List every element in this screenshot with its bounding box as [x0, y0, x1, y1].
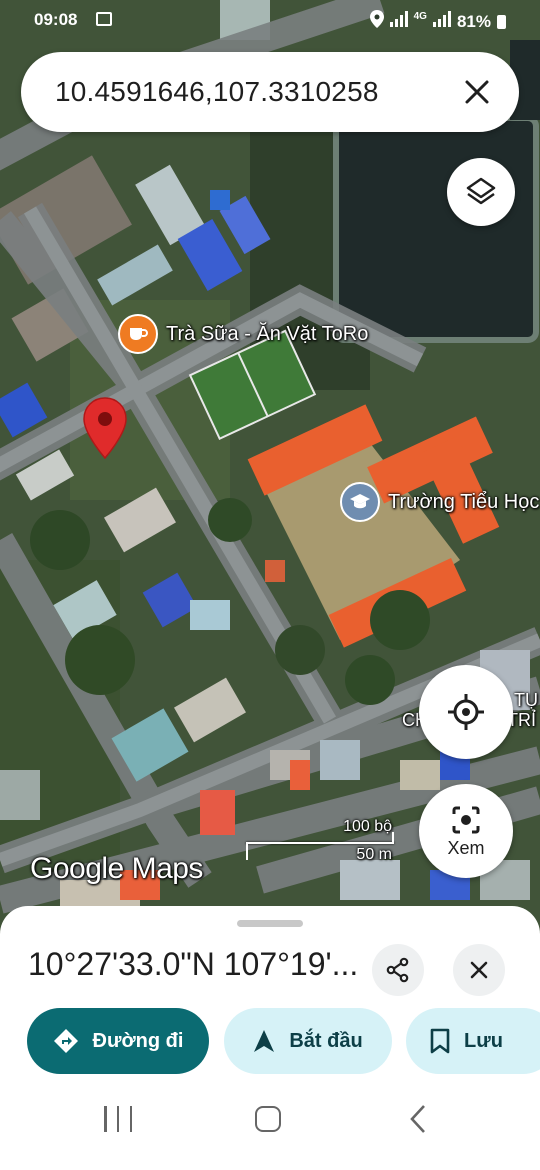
- image-icon: [96, 12, 112, 26]
- save-label: Lưu: [464, 1029, 503, 1052]
- layers-icon: [466, 177, 496, 205]
- close-sheet-button[interactable]: [453, 944, 505, 996]
- back-button[interactable]: [408, 1104, 428, 1139]
- share-icon: [386, 957, 409, 983]
- signal-icon-2: [432, 11, 451, 32]
- status-bar: 09:08 4G 81%: [0, 0, 540, 40]
- scale-metric: 50 m: [356, 846, 392, 863]
- map-scale: 100 bộ 50 m: [246, 818, 396, 866]
- graduation-cap-icon: [340, 482, 380, 522]
- battery-icon: [497, 14, 506, 29]
- location-pin-icon[interactable]: [82, 396, 128, 460]
- poi-cafe-label: Trà Sữa - Ăn Vặt ToRo: [166, 322, 369, 345]
- start-label: Bắt đầu: [289, 1029, 363, 1052]
- close-icon: [470, 961, 488, 979]
- network-type: 4G: [413, 11, 427, 22]
- back-arrow-icon: [410, 1105, 425, 1133]
- poi-school-label: Trường Tiểu Học: [388, 490, 540, 513]
- share-button[interactable]: [372, 944, 424, 996]
- close-icon: [465, 80, 489, 104]
- save-button[interactable]: Lưu: [406, 1008, 540, 1074]
- home-button[interactable]: [255, 1106, 281, 1132]
- poi-cafe[interactable]: Trà Sữa - Ăn Vặt ToRo: [118, 314, 368, 354]
- google-maps-watermark: Google Maps: [30, 852, 203, 885]
- poi-school[interactable]: Trường Tiểu Học: [340, 482, 539, 522]
- navigation-arrow-icon: [254, 1030, 275, 1052]
- lens-button[interactable]: Xem: [419, 784, 513, 878]
- layers-button[interactable]: [447, 158, 515, 226]
- camera-lens-icon: [452, 806, 480, 833]
- status-icons: 4G 81%: [369, 10, 506, 33]
- drag-handle[interactable]: [237, 920, 303, 927]
- start-button[interactable]: Bắt đầu: [224, 1008, 392, 1074]
- my-location-button[interactable]: [419, 665, 513, 759]
- recent-apps-button[interactable]: [104, 1106, 132, 1134]
- search-bar[interactable]: 10.4591646,107.3310258: [21, 52, 519, 132]
- bookmark-icon: [430, 1028, 450, 1054]
- signal-icon: [389, 11, 408, 32]
- clear-search-button[interactable]: [459, 74, 495, 110]
- scale-imperial: 100 bộ: [343, 818, 392, 835]
- directions-label: Đường đi: [92, 1029, 184, 1052]
- search-query[interactable]: 10.4591646,107.3310258: [55, 76, 379, 108]
- crosshair-icon: [448, 694, 484, 730]
- battery-level: 81%: [456, 11, 491, 31]
- lens-label: Xem: [447, 837, 485, 858]
- coordinates-title: 10°27'33.0"N 107°19'...: [28, 946, 359, 982]
- directions-icon: [53, 1029, 78, 1053]
- system-nav-bar: [0, 1090, 540, 1170]
- coffee-icon: [118, 314, 158, 354]
- status-time: 09:08: [34, 10, 78, 29]
- location-icon: [369, 10, 384, 33]
- directions-button[interactable]: Đường đi: [27, 1008, 209, 1074]
